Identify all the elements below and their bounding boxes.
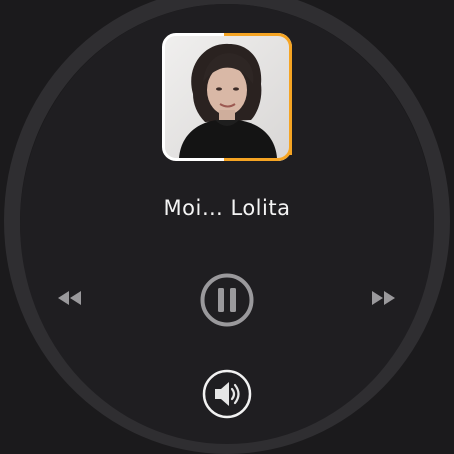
album-progress-arc-bottom <box>224 158 279 161</box>
volume-icon <box>202 369 252 419</box>
pause-icon <box>200 273 254 327</box>
volume-button[interactable] <box>201 368 253 420</box>
music-player-screen: Moi… Lolita <box>0 0 454 454</box>
fast-forward-icon <box>372 291 395 305</box>
pause-button[interactable] <box>199 272 255 328</box>
next-button[interactable] <box>366 284 402 312</box>
previous-button[interactable] <box>52 284 88 312</box>
rewind-icon <box>58 291 81 305</box>
track-title: Moi… Lolita <box>163 196 291 220</box>
